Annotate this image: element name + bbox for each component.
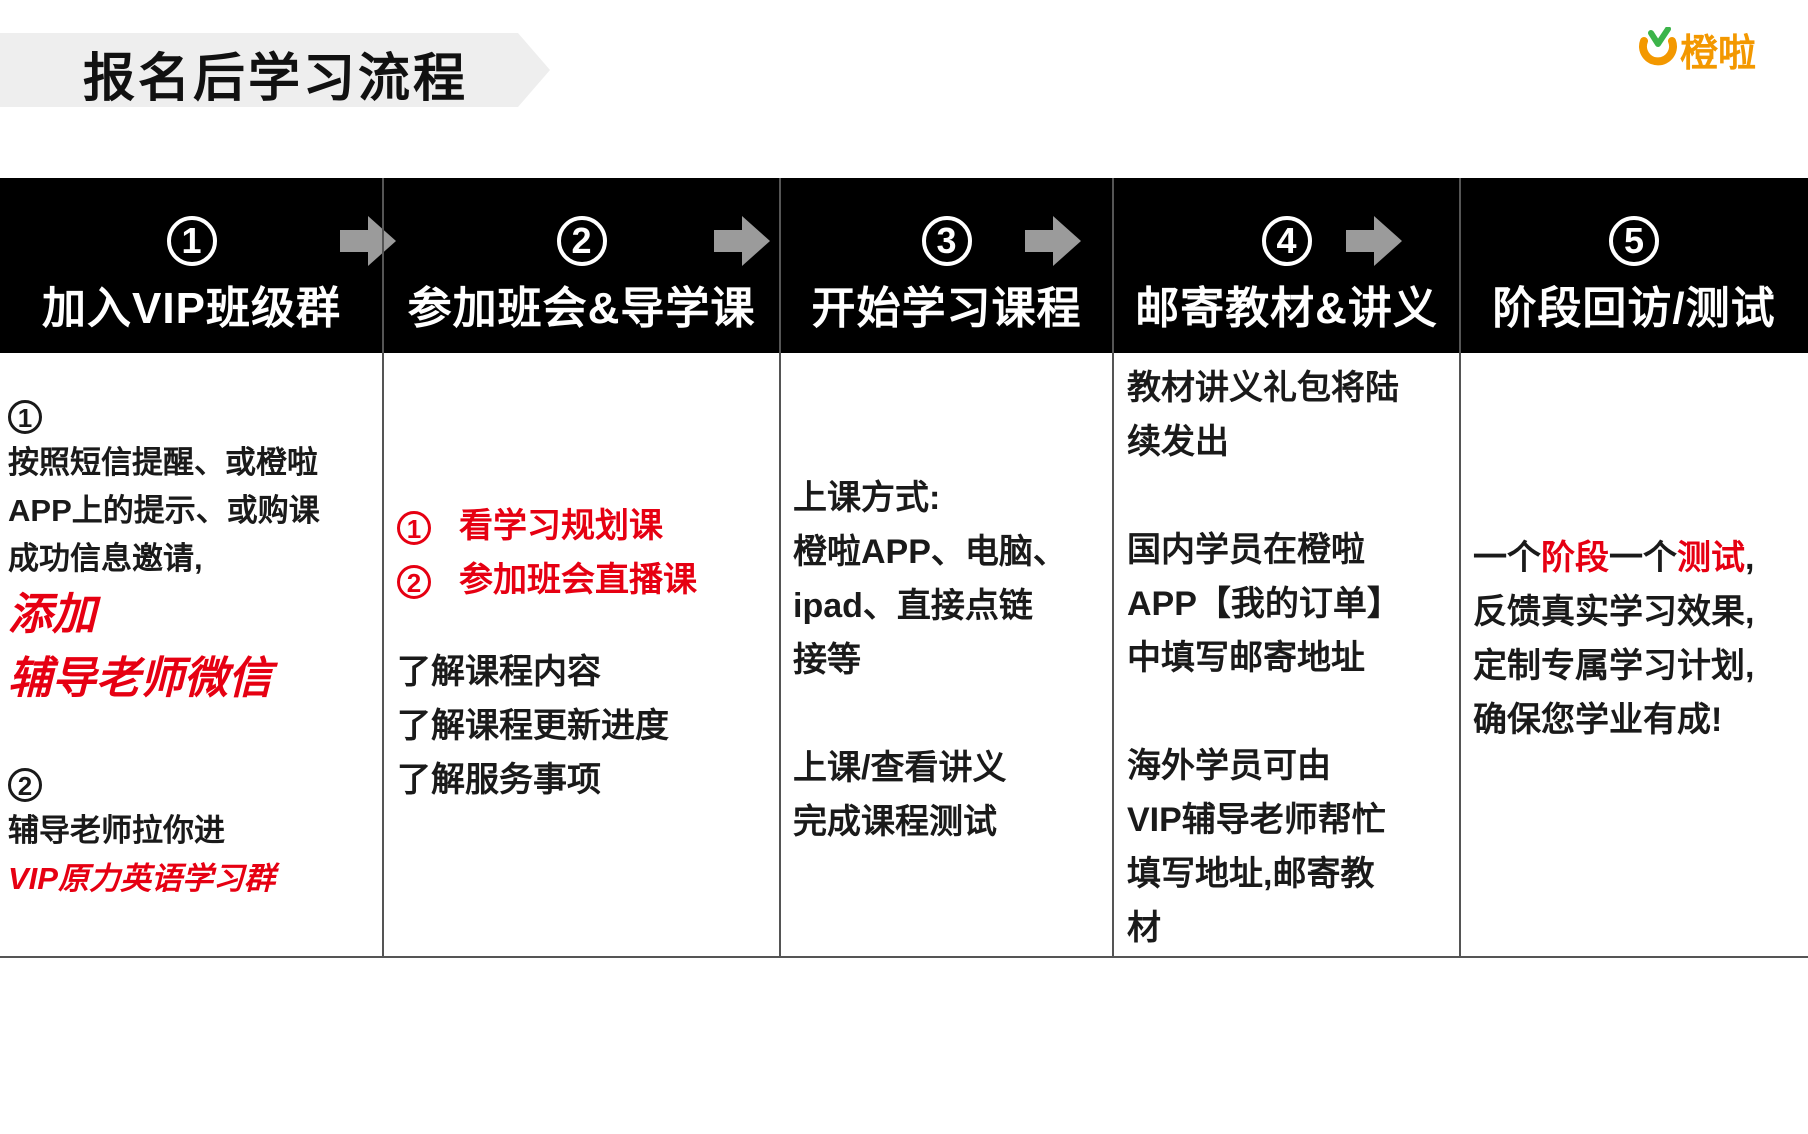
text-line: 一个阶段一个测试, (1473, 539, 1755, 577)
highlight-text: 辅导老师微信 (8, 654, 272, 703)
column-divider (1459, 178, 1461, 958)
step-5-content: 一个阶段一个测试, 反馈真实学习效果, 定制专属学习计划, 确保您学业有成! (1473, 353, 1805, 1134)
brand-logo: 橙啦 (1638, 22, 1756, 77)
text-line: 了解课程内容 (397, 653, 601, 691)
highlight-text: 测试 (1677, 539, 1745, 577)
arrow-right-icon (1025, 216, 1081, 266)
text-line: 材 (1127, 909, 1161, 947)
step-3-content: 上课方式: 橙啦APP、电脑、 ipad、直接点链 接等 上课/查看讲义 完成课… (793, 353, 1108, 1074)
text-line: 成功信息邀请, (8, 541, 203, 576)
highlight-text: 阶段 (1541, 539, 1609, 577)
step-2-content: 1 看学习规划课 2 参加班会直播课 了解课程内容 了解课程更新进度 了解服务事项 (397, 353, 772, 1102)
step-title: 邮寄教材&讲义 (1135, 284, 1438, 333)
text-line: APP上的提示、或购课 (8, 493, 320, 528)
column-divider (1112, 178, 1114, 958)
text-line: 海外学员可由 (1127, 747, 1331, 785)
text-line: 续发出 (1127, 423, 1229, 461)
text-line: 了解服务事项 (397, 761, 601, 799)
step-1-header: 1 加入VIP班级群 (0, 178, 383, 353)
text-line: 按照短信提醒、或橙啦 (8, 445, 318, 480)
column-divider (779, 178, 781, 958)
step-1-content: 1 按照短信提醒、或橙啦 APP上的提示、或购课 成功信息邀请, 添加 辅导老师… (8, 353, 378, 994)
step-4-content: 教材讲义礼包将陆 续发出 国内学员在橙啦 APP【我的订单】 中填写邮寄地址 海… (1127, 353, 1457, 964)
text-line: APP【我的订单】 (1127, 585, 1401, 623)
text-line: 了解课程更新进度 (397, 707, 669, 745)
step-5-header: 5 阶段回访/测试 (1460, 178, 1808, 353)
text-line: 上课/查看讲义 (793, 749, 1007, 787)
text-line: 上课方式: (793, 479, 941, 517)
text-line: 完成课程测试 (793, 803, 997, 841)
text-line: ipad、直接点链 (793, 587, 1033, 625)
step-number: 5 (1609, 216, 1659, 266)
page-title: 报名后学习流程 (83, 50, 469, 108)
step-title: 阶段回访/测试 (1492, 284, 1776, 333)
circled-number: 1 (397, 511, 431, 546)
step-4-header: 4 邮寄教材&讲义 (1113, 178, 1460, 353)
text-line: 橙啦APP、电脑、 (793, 533, 1067, 571)
text-line: 辅导老师拉你进 (8, 813, 225, 848)
text-line: 反馈真实学习效果, (1473, 593, 1755, 631)
highlight-text: 参加班会直播课 (459, 561, 697, 599)
highlight-text: VIP原力英语学习群 (8, 861, 275, 896)
step-number: 1 (166, 216, 217, 266)
process-table: 1 加入VIP班级群 2 参加班会&导学课 3 开始学习课程 4 邮寄教材&讲义 (0, 178, 1808, 958)
step-title: 开始学习课程 (811, 284, 1082, 333)
step-title: 参加班会&导学课 (407, 284, 756, 333)
step-number: 4 (1261, 216, 1312, 266)
text-line: 国内学员在橙啦 (1127, 531, 1365, 569)
arrow-right-icon (1346, 216, 1402, 266)
steps-header: 1 加入VIP班级群 2 参加班会&导学课 3 开始学习课程 4 邮寄教材&讲义 (0, 178, 1808, 353)
circled-number: 2 (397, 565, 431, 600)
step-number: 2 (556, 216, 607, 266)
step-number: 3 (921, 216, 972, 266)
check-circle-logo-icon (1639, 26, 1677, 65)
highlight-text: 添加 (8, 590, 96, 639)
text-line: 填写地址,邮寄教 (1127, 855, 1375, 893)
column-divider (382, 178, 384, 958)
arrow-right-icon (714, 216, 770, 266)
step-title: 加入VIP班级群 (42, 284, 341, 333)
text-line: VIP辅导老师帮忙 (1127, 801, 1386, 839)
circled-number: 2 (8, 767, 42, 802)
circled-number: 1 (8, 399, 42, 434)
text-line: 确保您学业有成! (1473, 701, 1723, 739)
text-line: 教材讲义礼包将陆 (1127, 369, 1399, 407)
logo-text: 橙啦 (1680, 31, 1757, 75)
text-line: 接等 (793, 641, 861, 679)
text-line: 中填写邮寄地址 (1127, 639, 1365, 677)
text-line: 定制专属学习计划, (1473, 647, 1755, 685)
highlight-text: 看学习规划课 (459, 507, 663, 545)
